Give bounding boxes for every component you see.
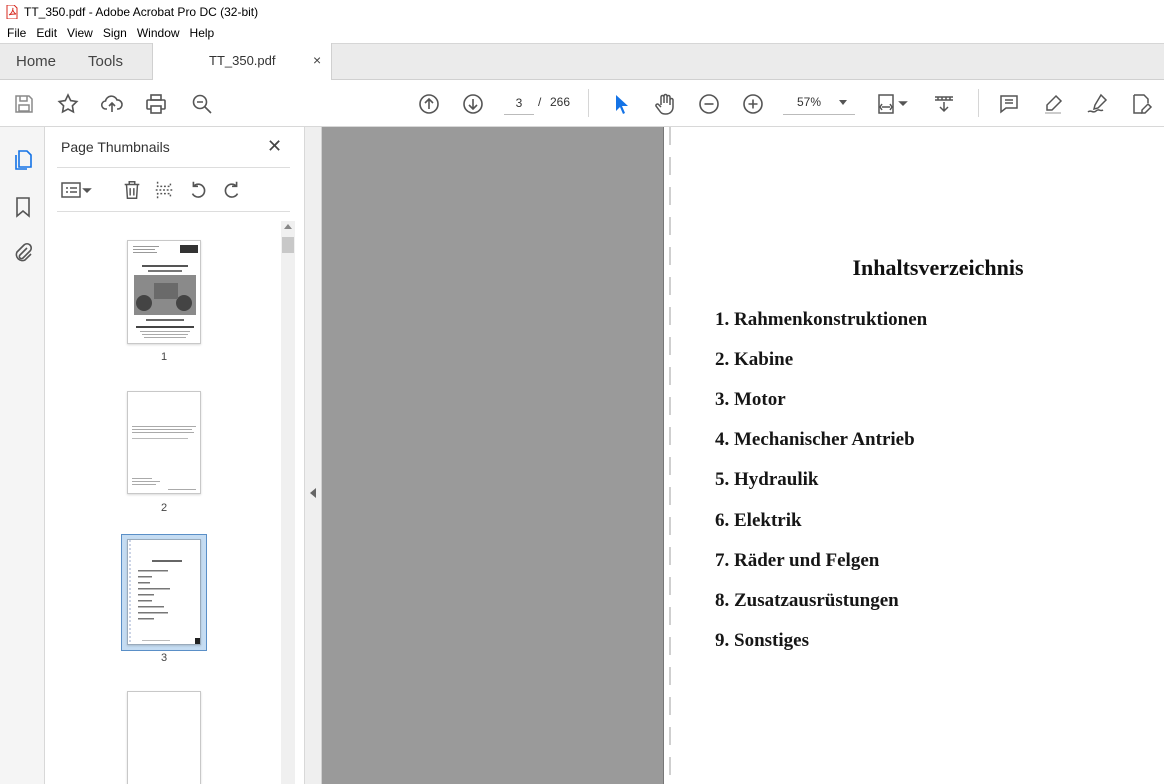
rotate-right-icon[interactable] — [219, 177, 245, 203]
zoom-level-dropdown[interactable]: 57% — [783, 91, 855, 115]
page-thumbnail-3[interactable] — [127, 539, 201, 645]
toolbar-divider — [588, 89, 589, 117]
save-icon[interactable] — [11, 91, 37, 117]
thumbnail-label: 2 — [160, 502, 168, 514]
divider — [57, 211, 290, 212]
zoom-level-value: 57% — [797, 95, 822, 109]
zoom-out-icon[interactable] — [696, 91, 722, 117]
upload-icon[interactable] — [99, 91, 125, 117]
page-thumbnail-1[interactable] — [127, 240, 201, 344]
menu-window[interactable]: Window — [132, 26, 185, 40]
select-arrow-icon[interactable] — [608, 91, 634, 117]
scan-edge-marks — [669, 127, 671, 784]
toc-item: 1. Rahmenkonstruktionen — [715, 309, 928, 330]
tab-document-label: TT_350.pdf — [209, 53, 276, 68]
thumbnail-toolbar — [57, 175, 290, 205]
toc-item: 3. Motor — [715, 389, 786, 410]
toolbar-divider — [978, 89, 979, 117]
acrobat-app-icon — [6, 4, 18, 19]
close-panel-button[interactable]: ✕ — [267, 136, 282, 157]
chevron-down-icon — [839, 100, 847, 105]
thumbnail-label: 1 — [160, 351, 168, 363]
delete-icon[interactable] — [119, 177, 145, 203]
scrollbar-thumb[interactable] — [282, 237, 294, 253]
divider — [57, 167, 290, 168]
scroll-up-arrow-icon[interactable] — [284, 224, 292, 229]
menu-sign[interactable]: Sign — [98, 26, 132, 40]
panel-splitter[interactable] — [304, 127, 322, 784]
tab-close-button[interactable]: × — [313, 52, 321, 68]
panel-title: Page Thumbnails — [61, 139, 170, 155]
star-icon[interactable] — [55, 91, 81, 117]
print-icon[interactable] — [143, 91, 169, 117]
toc-item: 6. Elektrik — [715, 510, 802, 531]
collapse-panel-icon[interactable] — [310, 488, 316, 498]
thumbnail-scrollbar[interactable] — [281, 221, 295, 784]
sign-icon[interactable] — [1084, 91, 1110, 117]
menu-view[interactable]: View — [62, 26, 98, 40]
toc-item: 4. Mechanischer Antrieb — [715, 429, 915, 450]
hand-icon[interactable] — [652, 91, 678, 117]
menu-edit[interactable]: Edit — [31, 26, 62, 40]
page-thumbnail-4[interactable] — [127, 691, 201, 784]
document-heading: Inhaltsverzeichnis — [852, 255, 1024, 280]
menu-bar: File Edit View Sign Window Help — [0, 23, 1164, 43]
menu-help[interactable]: Help — [185, 26, 220, 40]
rotate-left-icon[interactable] — [185, 177, 211, 203]
zoom-search-icon[interactable] — [189, 91, 215, 117]
navigation-rail — [0, 127, 45, 784]
thumbnail-label: 3 — [160, 652, 168, 664]
menu-file[interactable]: File — [2, 26, 31, 40]
window-title: TT_350.pdf - Adobe Acrobat Pro DC (32-bi… — [24, 4, 259, 19]
main-toolbar: / 266 57% — [0, 80, 1164, 127]
comment-icon[interactable] — [996, 91, 1022, 117]
title-bar: TT_350.pdf - Adobe Acrobat Pro DC (32-bi… — [0, 0, 1164, 23]
page-thumbnails-panel: Page Thumbnails ✕ 1 2 3 — [45, 127, 304, 784]
page-separator: / — [538, 95, 542, 109]
extract-pages-icon[interactable] — [151, 177, 177, 203]
fit-page-icon[interactable] — [874, 91, 914, 117]
scroll-mode-icon[interactable] — [931, 91, 957, 117]
tab-document[interactable]: TT_350.pdf × — [152, 43, 332, 81]
page-total: 266 — [550, 95, 571, 109]
page-thumbnail-2[interactable] — [127, 391, 201, 494]
zoom-in-icon[interactable] — [740, 91, 766, 117]
attachment-icon[interactable] — [10, 240, 36, 266]
toc-item: 5. Hydraulik — [715, 469, 819, 490]
toc-item: 7. Räder und Felgen — [715, 550, 880, 571]
tab-home[interactable]: Home — [16, 44, 56, 80]
tab-tools[interactable]: Tools — [88, 44, 123, 80]
bookmark-icon[interactable] — [10, 194, 36, 220]
pdf-page: Inhaltsverzeichnis 1. Rahmenkonstruktion… — [663, 127, 1164, 784]
tab-bar: Home Tools TT_350.pdf × — [0, 43, 1164, 81]
page-up-icon[interactable] — [416, 91, 442, 117]
document-viewport[interactable]: Inhaltsverzeichnis 1. Rahmenkonstruktion… — [322, 127, 1164, 784]
toc-item: 9. Sonstiges — [715, 630, 809, 651]
highlight-icon[interactable] — [1040, 91, 1066, 117]
toc-item: 8. Zusatzausrüstungen — [715, 590, 899, 611]
options-menu-icon[interactable] — [59, 177, 95, 203]
page-thumbnails-icon[interactable] — [10, 147, 36, 173]
toc-item: 2. Kabine — [715, 349, 794, 370]
edit-pdf-icon[interactable] — [1128, 91, 1154, 117]
page-number-input[interactable] — [504, 91, 534, 115]
page-down-icon[interactable] — [460, 91, 486, 117]
